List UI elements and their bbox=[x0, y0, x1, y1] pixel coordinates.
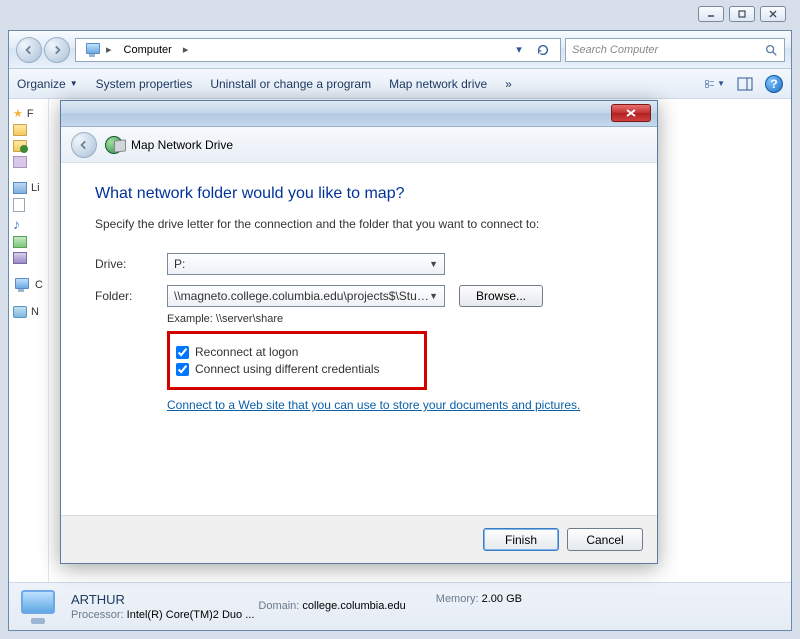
dialog-header: Map Network Drive bbox=[61, 127, 657, 163]
folder-label: Folder: bbox=[95, 289, 167, 303]
sidebar-item[interactable] bbox=[13, 154, 44, 170]
close-window-button[interactable] bbox=[760, 6, 786, 22]
uninstall-program-button[interactable]: Uninstall or change a program bbox=[210, 77, 371, 91]
folder-example: Example: \\server\share bbox=[167, 313, 623, 325]
network-icon bbox=[13, 306, 27, 318]
computer-icon bbox=[13, 278, 31, 292]
reconnect-label: Reconnect at logon bbox=[195, 345, 298, 359]
address-dropdown-button[interactable]: ▾ bbox=[508, 39, 530, 61]
browse-button[interactable]: Browse... bbox=[459, 285, 543, 307]
drive-select[interactable]: P: ▼ bbox=[167, 253, 445, 275]
details-pane: ARTHUR Processor: Intel(R) Core(TM)2 Duo… bbox=[9, 582, 791, 630]
sidebar-item[interactable]: ♪ bbox=[13, 214, 44, 234]
navigation-bar: ▸ Computer ▸ ▾ Search Computer bbox=[9, 31, 791, 69]
memory-label: Memory: bbox=[436, 593, 479, 605]
sidebar-item[interactable] bbox=[13, 250, 44, 266]
breadcrumb-computer[interactable]: Computer ▸ bbox=[118, 41, 195, 58]
connect-website-link[interactable]: Connect to a Web site that you can use t… bbox=[167, 398, 580, 412]
processor-value: Intel(R) Core(TM)2 Duo ... bbox=[127, 609, 255, 621]
chevron-down-icon: ▼ bbox=[429, 259, 438, 269]
sidebar-libraries[interactable]: Li bbox=[13, 180, 44, 196]
dialog-back-button[interactable] bbox=[71, 132, 97, 158]
chevron-down-icon: ▼ bbox=[429, 291, 438, 301]
organize-menu[interactable]: Organize▼ bbox=[17, 77, 78, 91]
star-icon: ★ bbox=[13, 107, 23, 120]
drive-value: P: bbox=[174, 257, 429, 271]
sidebar-favorites[interactable]: ★F bbox=[13, 105, 44, 122]
reconnect-checkbox-row[interactable]: Reconnect at logon bbox=[176, 345, 414, 359]
search-input[interactable]: Search Computer bbox=[565, 38, 785, 62]
folder-combobox[interactable]: \\magneto.college.columbia.edu\projects$… bbox=[167, 285, 445, 307]
memory-value: 2.00 GB bbox=[482, 593, 522, 605]
system-properties-button[interactable]: System properties bbox=[96, 77, 193, 91]
videos-icon bbox=[13, 252, 27, 264]
help-button[interactable]: ? bbox=[765, 75, 783, 93]
view-options-button[interactable]: ▼ bbox=[705, 74, 725, 94]
navigation-pane: ★F Li ♪ C N bbox=[9, 99, 49, 582]
chevron-down-icon: ▼ bbox=[717, 79, 725, 88]
domain-value: college.columbia.edu bbox=[302, 600, 405, 612]
search-icon bbox=[764, 43, 778, 57]
libraries-icon bbox=[13, 182, 27, 194]
computer-name: ARTHUR bbox=[71, 592, 254, 607]
different-credentials-checkbox[interactable] bbox=[176, 363, 189, 376]
sidebar-item[interactable] bbox=[13, 122, 44, 138]
maximize-button[interactable] bbox=[729, 6, 755, 22]
domain-label: Domain: bbox=[258, 600, 299, 612]
chevron-right-icon: ▸ bbox=[183, 43, 189, 56]
toolbar-overflow-button[interactable]: » bbox=[505, 77, 512, 91]
dialog-body: What network folder would you like to ma… bbox=[61, 163, 657, 515]
address-bar[interactable]: ▸ Computer ▸ ▾ bbox=[75, 38, 561, 62]
breadcrumb-root[interactable]: ▸ bbox=[78, 41, 118, 59]
refresh-button[interactable] bbox=[532, 39, 554, 61]
nav-history-buttons bbox=[15, 35, 71, 65]
reconnect-checkbox[interactable] bbox=[176, 346, 189, 359]
dialog-description: Specify the drive letter for the connect… bbox=[95, 217, 623, 231]
dialog-close-button[interactable] bbox=[611, 104, 651, 122]
minimize-button[interactable] bbox=[698, 6, 724, 22]
computer-large-icon bbox=[17, 588, 61, 626]
sidebar-item[interactable] bbox=[13, 138, 44, 154]
different-credentials-checkbox-row[interactable]: Connect using different credentials bbox=[176, 362, 414, 376]
sidebar-network[interactable]: N bbox=[13, 304, 44, 320]
back-button[interactable] bbox=[16, 37, 42, 63]
music-icon: ♪ bbox=[13, 216, 20, 232]
recent-icon bbox=[13, 156, 27, 168]
dialog-footer: Finish Cancel bbox=[61, 515, 657, 563]
downloads-icon bbox=[13, 140, 27, 152]
network-drive-icon bbox=[105, 136, 123, 154]
dialog-title: Map Network Drive bbox=[131, 138, 233, 152]
different-credentials-label: Connect using different credentials bbox=[195, 362, 380, 376]
processor-label: Processor: bbox=[71, 609, 124, 621]
highlighted-checkbox-group: Reconnect at logon Connect using differe… bbox=[167, 331, 427, 390]
sidebar-item[interactable] bbox=[13, 196, 44, 214]
finish-button[interactable]: Finish bbox=[483, 528, 559, 551]
breadcrumb-label: Computer bbox=[124, 44, 172, 56]
computer-icon bbox=[84, 43, 102, 57]
preview-pane-button[interactable] bbox=[735, 74, 755, 94]
dialog-heading: What network folder would you like to ma… bbox=[95, 185, 623, 203]
dialog-titlebar[interactable] bbox=[61, 101, 657, 127]
pictures-icon bbox=[13, 236, 27, 248]
forward-button[interactable] bbox=[44, 37, 70, 63]
search-placeholder: Search Computer bbox=[572, 44, 764, 56]
documents-icon bbox=[13, 198, 25, 212]
window-controls bbox=[698, 6, 786, 22]
chevron-down-icon: ▼ bbox=[70, 79, 78, 88]
folder-value: \\magneto.college.columbia.edu\projects$… bbox=[174, 289, 429, 303]
map-network-drive-dialog: Map Network Drive What network folder wo… bbox=[60, 100, 658, 564]
map-network-drive-button[interactable]: Map network drive bbox=[389, 77, 487, 91]
drive-label: Drive: bbox=[95, 257, 167, 271]
sidebar-item[interactable] bbox=[13, 234, 44, 250]
chevron-right-icon: ▸ bbox=[106, 43, 112, 56]
cancel-button[interactable]: Cancel bbox=[567, 528, 643, 551]
command-bar: Organize▼ System properties Uninstall or… bbox=[9, 69, 791, 99]
folder-icon bbox=[13, 124, 27, 136]
sidebar-computer[interactable]: C bbox=[13, 276, 44, 294]
